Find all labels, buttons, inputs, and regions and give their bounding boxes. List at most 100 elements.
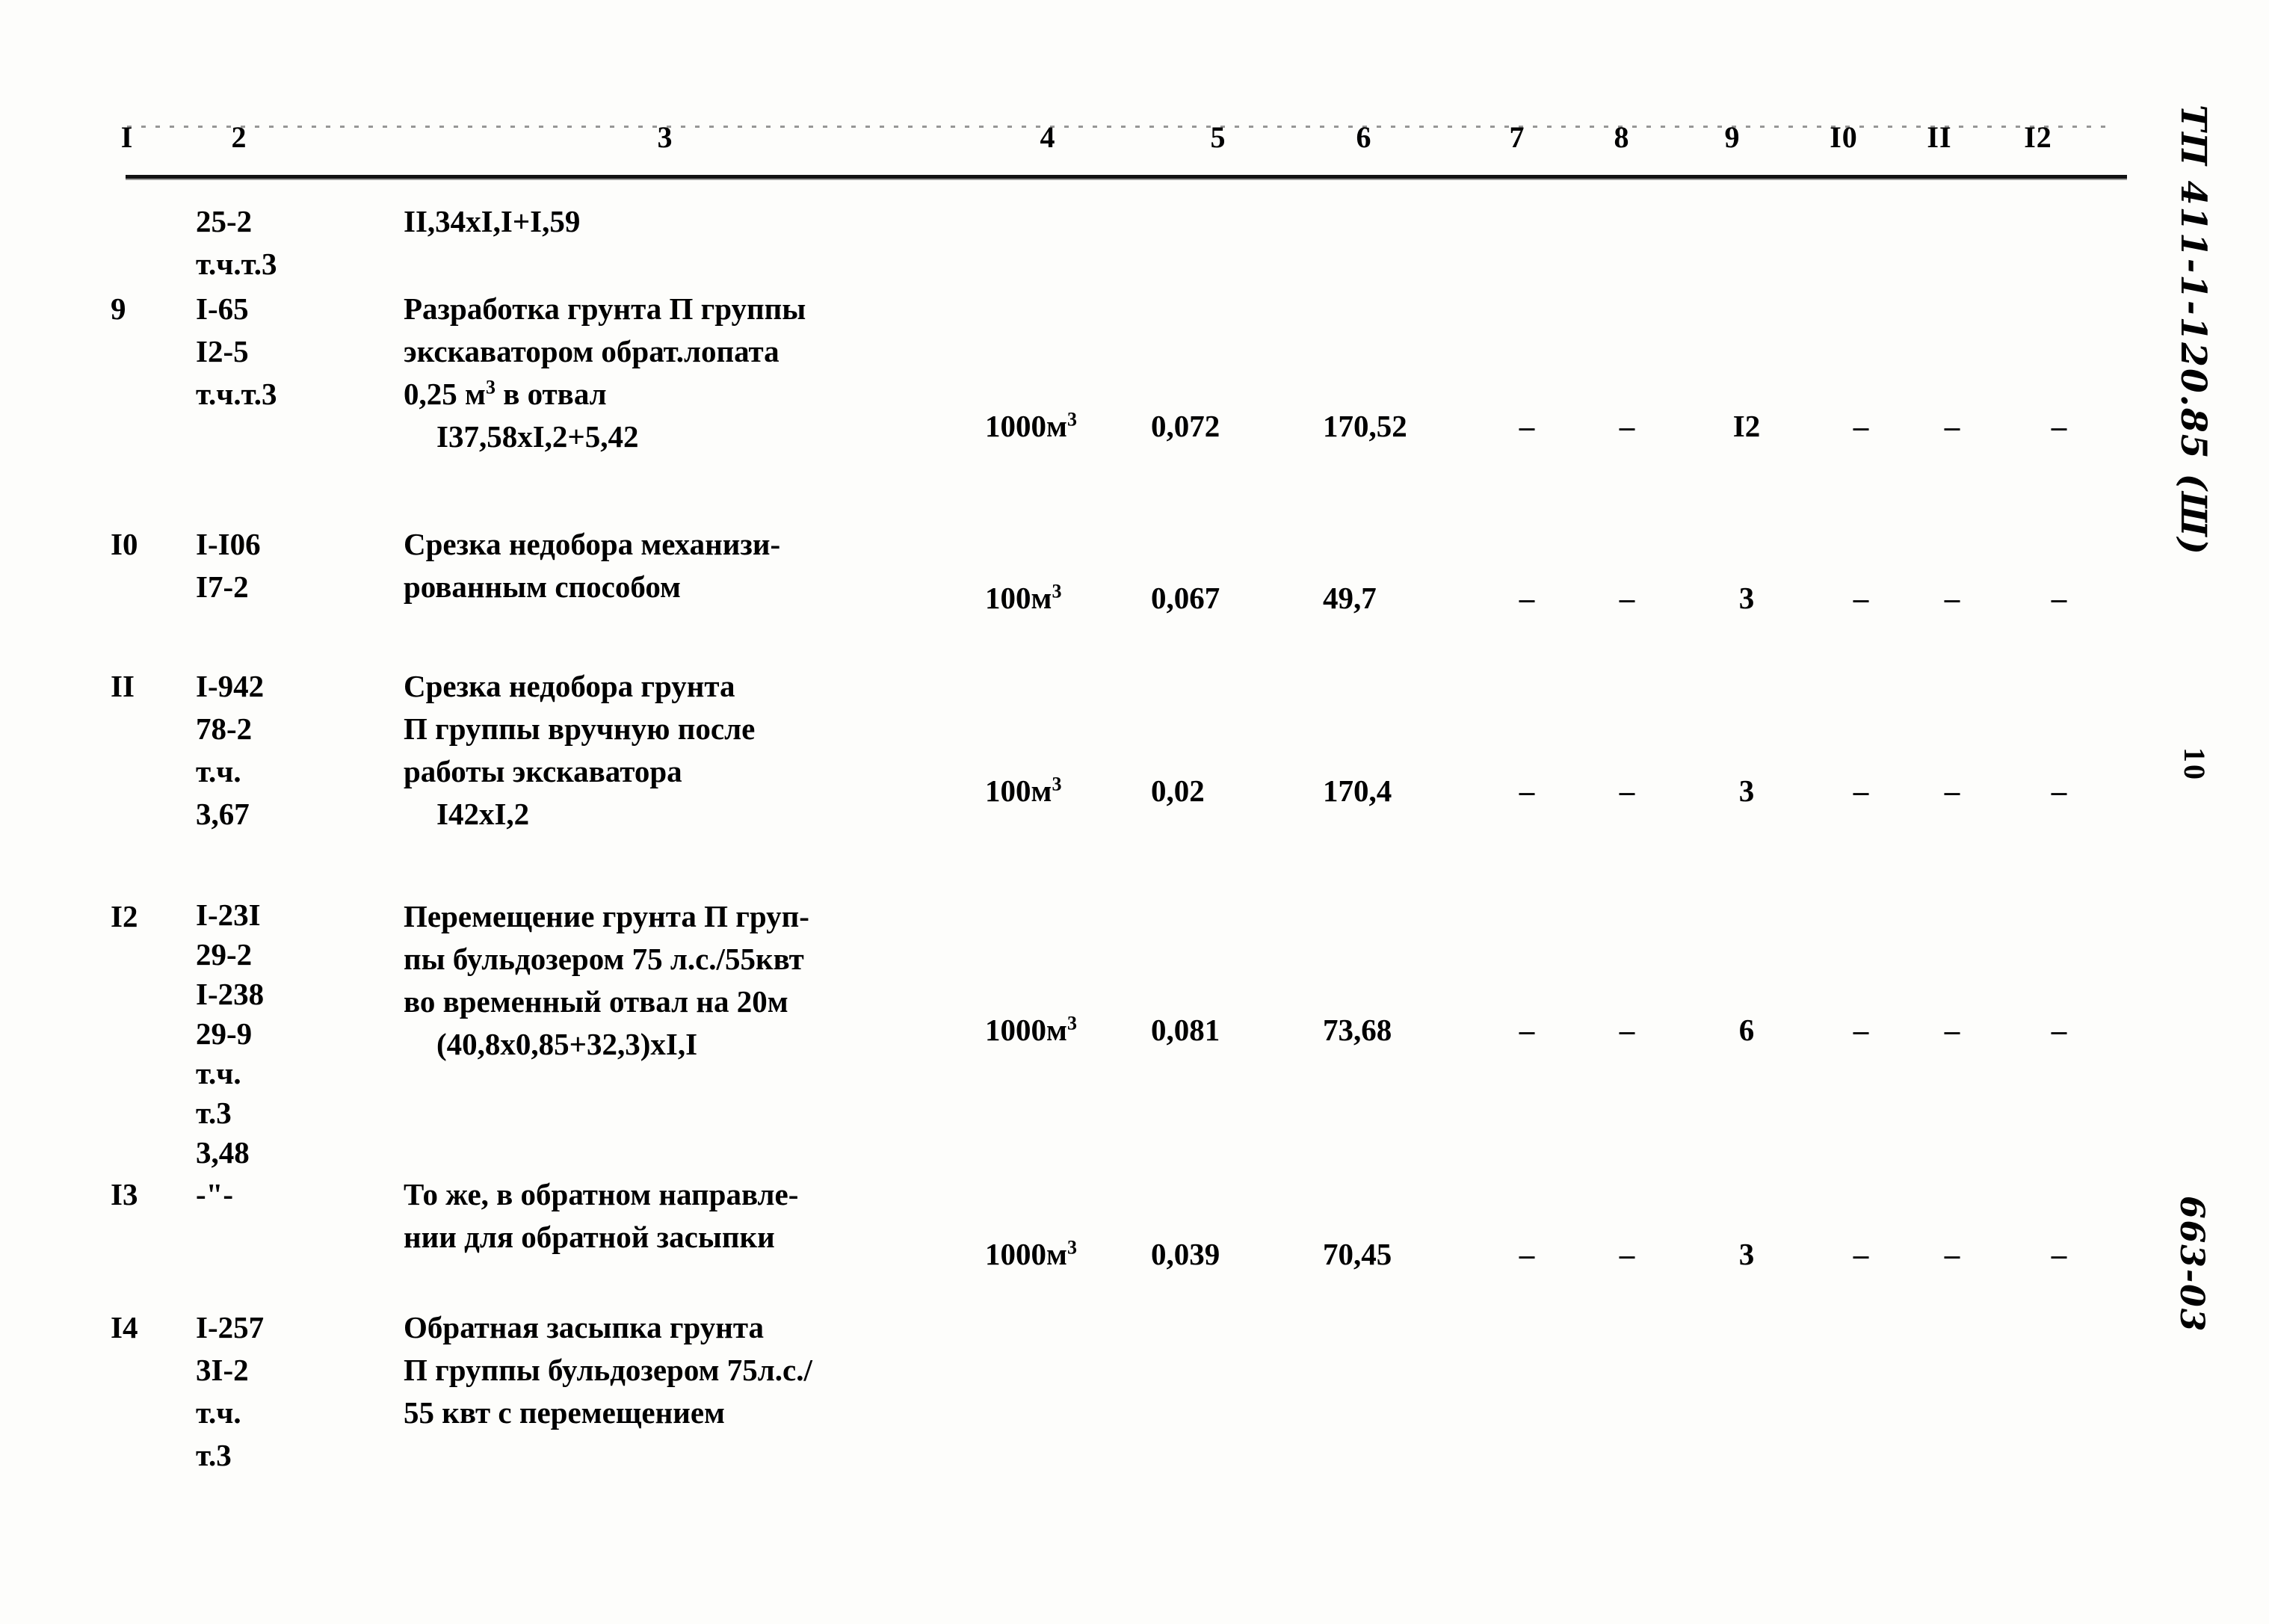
column-9-value: 3	[1738, 581, 1755, 615]
unit-of-measure: 100м3	[985, 770, 1127, 812]
column-8-value: –	[1619, 581, 1635, 615]
column-8-value: –	[1619, 774, 1635, 808]
row-code-cell: -"-	[196, 1173, 375, 1216]
quantity-value: 0,02	[1151, 774, 1205, 808]
unit-of-measure: 100м3	[985, 577, 1127, 620]
row-code-line: 78-2	[196, 711, 253, 746]
description-line: во временный отвал на 20м	[404, 984, 788, 1019]
description-line: экскаватором обрат.лопата	[404, 334, 780, 368]
row-description: Разработка грунта П группы экскаватором о…	[404, 288, 987, 458]
column-10-value: –	[1853, 774, 1869, 808]
column-12-value: –	[2051, 1013, 2067, 1047]
description-line: П группы бульдозером 75л.с./	[404, 1353, 812, 1387]
document-code-stamp: ТП 411-1-120.85 (Ш)	[2173, 105, 2214, 556]
row-code-line: т.ч.	[196, 1395, 241, 1430]
column-12-value: –	[2051, 409, 2067, 443]
description-line: 55 квт с перемещением	[404, 1395, 725, 1430]
unit-cost-value: 170,4	[1323, 774, 1392, 808]
column-8-value: –	[1619, 1013, 1635, 1047]
column-7-value: –	[1519, 1237, 1535, 1271]
row-code-cell: I-942 78-2 т.ч. 3,67	[196, 665, 375, 836]
unit-cost-value: 73,68	[1323, 1013, 1392, 1047]
description-line: I37,58xI,2+5,42	[436, 419, 639, 454]
column-12-value: –	[2051, 1237, 2067, 1271]
description-line: Разработка грунта П группы	[404, 291, 806, 326]
row-code-line: т.ч.т.3	[196, 247, 277, 281]
description-line: I42xI,2	[436, 797, 530, 831]
unit-cost-value: 70,45	[1323, 1237, 1392, 1271]
row-code-line: -"-	[196, 1177, 234, 1211]
column-header-7: 7	[1509, 120, 1525, 154]
unit-of-measure: 1000м3	[985, 1009, 1127, 1052]
archive-code-stamp: 663-03	[2173, 1196, 2211, 1333]
description-line: Срезка недобора грунта	[404, 669, 735, 703]
row-code-line: I-238	[196, 977, 265, 1011]
column-header-2: 2	[231, 120, 247, 154]
column-header-10: I0	[1830, 120, 1858, 154]
row-code-line: т.ч.	[196, 754, 241, 788]
unit-exponent: 3	[1052, 580, 1062, 602]
unit-text: 100м	[985, 581, 1052, 615]
column-header-3: 3	[657, 120, 673, 154]
description-line: 0,25 м3 в отвал	[404, 373, 987, 416]
unit-cost-value: 170,52	[1323, 409, 1407, 443]
column-11-value: –	[1944, 1013, 1960, 1047]
row-code-cell: I-I06 I7-2	[196, 523, 375, 608]
row-code-line: 29-9	[196, 1016, 253, 1051]
column-7-value: –	[1519, 409, 1535, 443]
column-12-value: –	[2051, 774, 2067, 808]
column-9-value: 3	[1738, 774, 1755, 808]
row-description: II,34xI,I+I,59	[404, 200, 987, 243]
scanned-sheet: I 2 3 4 5 6 7 8 9 I0 II I2 25-2 т.ч.т.3 II…	[0, 0, 2269, 1624]
column-8-value: –	[1619, 1237, 1635, 1271]
quantity-value: 0,081	[1151, 1013, 1220, 1047]
row-description: Перемещение грунта П груп-пы бульдозером…	[404, 895, 987, 1066]
row-description: Обратная засыпка грунта П группы бульдозе…	[404, 1306, 987, 1434]
column-11-value: –	[1944, 1237, 1960, 1271]
description-line: пы бульдозером 75 л.с./55квт	[404, 942, 804, 976]
column-7-value: –	[1519, 581, 1535, 615]
quantity-value: 0,072	[1151, 409, 1220, 443]
column-10-value: –	[1853, 1013, 1869, 1047]
header-rule	[126, 175, 2127, 180]
row-code-line: I2-5	[196, 334, 249, 368]
row-number: I2	[111, 899, 138, 933]
column-header-12: I2	[2024, 120, 2052, 154]
column-header-9: 9	[1724, 120, 1741, 154]
column-11-value: –	[1944, 409, 1960, 443]
column-12-value: –	[2051, 581, 2067, 615]
row-description: Срезка недобора механизи-рованным способ…	[404, 523, 987, 608]
row-code-line: 3,48	[196, 1135, 250, 1170]
column-10-value: –	[1853, 409, 1869, 443]
description-line: П группы вручную после	[404, 711, 756, 746]
column-header-8: 8	[1614, 120, 1630, 154]
document-page: I 2 3 4 5 6 7 8 9 I0 II I2 25-2 т.ч.т.3 II…	[0, 0, 2269, 1624]
superscript-exponent: 3	[485, 376, 496, 398]
unit-text: 1000м	[985, 409, 1067, 443]
unit-cost-value: 49,7	[1323, 581, 1377, 615]
unit-text: 100м	[985, 774, 1052, 808]
row-description: Срезка недобора грунта П группы вручную п…	[404, 665, 987, 836]
row-code-line: I-65	[196, 291, 249, 326]
description-line: То же, в обратном направле-	[404, 1177, 799, 1211]
column-11-value: –	[1944, 581, 1960, 615]
row-code-cell: I-65 I2-5 т.ч.т.3	[196, 288, 375, 416]
column-header-5: 5	[1210, 120, 1226, 154]
unit-text: 1000м	[985, 1237, 1067, 1271]
row-code-line: I-I06	[196, 527, 261, 561]
page-number: 10	[2178, 747, 2211, 782]
description-line: Перемещение грунта П груп-	[404, 899, 809, 933]
unit-exponent: 3	[1052, 773, 1062, 795]
column-8-value: –	[1619, 409, 1635, 443]
description-line: (40,8x0,85+32,3)xI,I	[436, 1027, 698, 1061]
quantity-value: 0,039	[1151, 1237, 1220, 1271]
row-number: 9	[111, 291, 126, 326]
row-number: I0	[111, 527, 138, 561]
row-number: II	[111, 669, 135, 703]
description-line: рованным способом	[404, 569, 681, 604]
description-line: работы экскаватора	[404, 754, 682, 788]
column-9-value: 6	[1738, 1013, 1755, 1047]
column-10-value: –	[1853, 1237, 1869, 1271]
row-code-cell: I-257 3I-2 т.ч. т.3	[196, 1306, 375, 1477]
description-line-text: 0,25 м	[404, 377, 486, 411]
